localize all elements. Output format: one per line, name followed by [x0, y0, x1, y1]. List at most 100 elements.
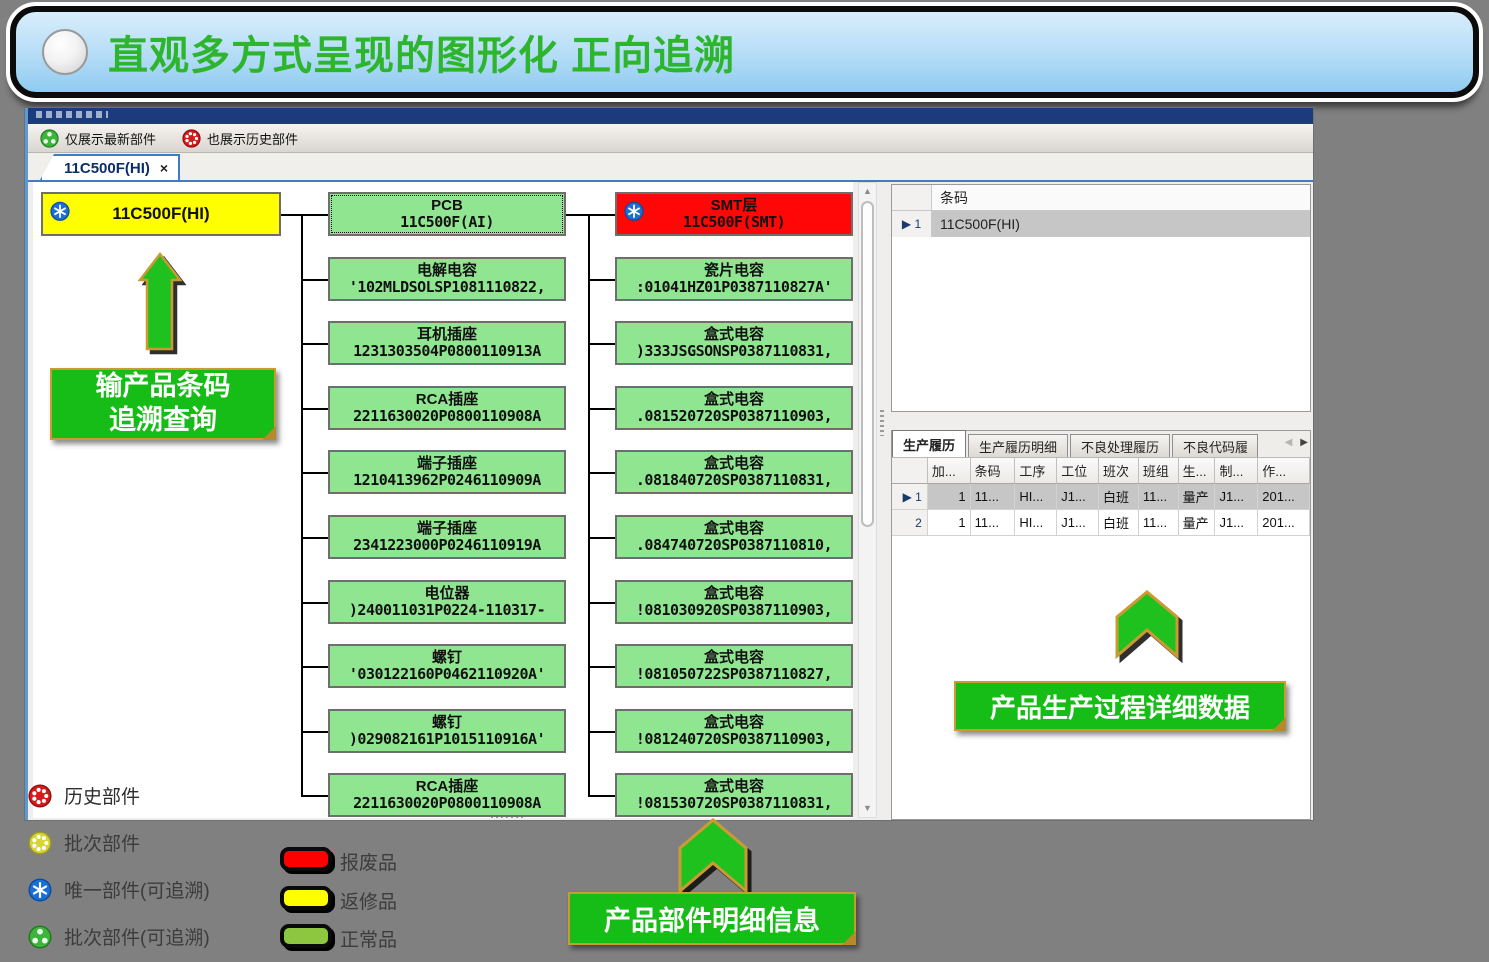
blue-snowflake-icon [28, 878, 52, 902]
grid-column-header[interactable]: 加... [928, 458, 971, 484]
toolbar-item-latest-only[interactable]: 仅展示最新部件 [40, 129, 156, 148]
history-tab-3[interactable]: 不良代码履 [1172, 434, 1258, 457]
grid-cell: 量产 [1179, 510, 1216, 536]
tree-node[interactable]: 瓷片电容:01041HZ01P0387110827A' [615, 257, 853, 301]
legend-item-0: 历史部件 [28, 782, 140, 809]
connector-line [588, 472, 615, 474]
node-title: 电解电容 [417, 262, 477, 279]
row-header-cell: ▶ 1 [892, 211, 932, 237]
tree-node[interactable]: 耳机插座1231303504P0800110913A [328, 321, 566, 365]
history-tab-2[interactable]: 不良处理履历 [1070, 434, 1170, 457]
tree-node[interactable]: 螺钉)029082161P1015110916A' [328, 709, 566, 753]
tree-node[interactable]: 盒式电容.084740720SP0387110810, [615, 515, 853, 559]
tab-scroll-next-icon[interactable]: ▶ [1300, 437, 1308, 448]
barcode-row[interactable]: ▶ 111C500F(HI) [892, 211, 1310, 237]
tree-node[interactable]: 盒式电容!081240720SP0387110903, [615, 709, 853, 753]
node-code: )029082161P1015110916A' [349, 731, 545, 748]
node-title: 耳机插座 [417, 326, 477, 343]
toolbar-item-show-history[interactable]: 也展示历史部件 [182, 129, 298, 148]
history-grid: 加...条码工序工位班次班组生...制...作...▶ 1111...HI...… [892, 458, 1310, 536]
tree-node[interactable]: 盒式电容)333JSGSONSP0387110831, [615, 321, 853, 365]
grid-column-header[interactable]: 工位 [1057, 458, 1099, 484]
node-title: 盒式电容 [704, 391, 764, 408]
tab-11c500f[interactable]: 11C500F(HI) × [40, 154, 180, 180]
scroll-up-icon[interactable]: ▲ [860, 184, 875, 199]
tree-node[interactable]: 盒式电容.081840720SP0387110831, [615, 450, 853, 494]
grid-column-header[interactable]: 班次 [1099, 458, 1139, 484]
tree-node[interactable]: 盒式电容!081530720SP0387110831, [615, 773, 853, 817]
node-code: !081530720SP0387110831, [636, 795, 832, 812]
tree-node[interactable]: PCB11C500F(AI) [328, 192, 566, 236]
annotation-text-line2: 追溯查询 [109, 404, 217, 438]
node-code: !081240720SP0387110903, [636, 731, 832, 748]
history-tab-0[interactable]: 生产履历 [892, 430, 966, 457]
node-code: 2211630020P0800110908A [353, 795, 541, 812]
node-code: .081840720SP0387110831, [636, 472, 832, 489]
tree-node[interactable]: 螺钉'030122160P0462110920A' [328, 644, 566, 688]
grid-cell: 201... [1258, 484, 1310, 510]
grid-cell: J1... [1057, 484, 1099, 510]
grid-column-header[interactable]: 工序 [1015, 458, 1057, 484]
app-window: 仅展示最新部件 也展示历史部件 11C500F(HI) × 11C500F(HI)… [25, 108, 1313, 820]
label-fold-corner [262, 426, 276, 440]
connector-line [301, 731, 328, 733]
tree-node[interactable]: RCA插座2211630020P0800110908A [328, 773, 566, 817]
tab-close-icon[interactable]: × [160, 160, 168, 176]
grid-cell: 白班 [1099, 510, 1139, 536]
node-code: .084740720SP0387110810, [636, 537, 832, 554]
status-swatch-0 [280, 847, 332, 871]
grid-column-header[interactable]: 条码 [971, 458, 1016, 484]
grid-cell: 11... [971, 510, 1016, 536]
legend-label: 历史部件 [64, 782, 140, 809]
legend-item-1: 批次部件 [28, 829, 140, 856]
grid-cell: J1... [1215, 510, 1258, 536]
tree-node[interactable]: 端子插座1210413962P0246110909A [328, 450, 566, 494]
tab-scroll-prev-icon[interactable]: ◀ [1285, 437, 1293, 448]
panel-splitter-handle[interactable] [880, 410, 884, 436]
history-tab-1[interactable]: 生产履历明细 [968, 434, 1068, 457]
node-title: RCA插座 [416, 778, 479, 795]
connector-line [588, 795, 615, 797]
node-title: 盒式电容 [704, 520, 764, 537]
status-swatch-label: 报废品 [340, 848, 397, 875]
status-swatch-label: 正常品 [340, 925, 397, 952]
tree-node[interactable]: 11C500F(HI) [41, 192, 281, 236]
tree-vertical-scrollbar[interactable]: ▲ ▼ [858, 182, 877, 818]
legend-label: 批次部件(可追溯) [64, 923, 210, 950]
node-code: 11C500F(SMT) [683, 214, 785, 231]
grid-column-header[interactable]: 生... [1179, 458, 1216, 484]
grid-header-row: 加...条码工序工位班次班组生...制...作... [892, 458, 1310, 484]
node-code: !081030920SP0387110903, [636, 602, 832, 619]
grid-column-header[interactable]: 制... [1215, 458, 1258, 484]
connector-line [588, 731, 615, 733]
scroll-down-icon[interactable]: ▼ [860, 801, 875, 816]
connector-line [588, 214, 615, 216]
blue-snowflake-icon [50, 201, 70, 221]
tree-node[interactable]: 盒式电容!081050722SP0387110827, [615, 644, 853, 688]
grid-column-header[interactable]: 作... [1258, 458, 1310, 484]
scrollbar-thumb[interactable] [861, 201, 874, 527]
grid-cell: J1... [1057, 510, 1099, 536]
grid-data-row[interactable]: ▶ 1111...HI...J1...白班11...量产J1...201... [892, 484, 1310, 510]
banner-title: 直观多方式呈现的图形化 正向追溯 [108, 23, 735, 81]
node-title: RCA插座 [416, 391, 479, 408]
tree-node[interactable]: 电位器)240011031P0224-110317- [328, 580, 566, 624]
barcode-table-header: 条码 [892, 185, 1310, 211]
label-fold-corner [842, 931, 856, 945]
node-code: 1210413962P0246110909A [353, 472, 541, 489]
tree-node[interactable]: RCA插座2211630020P0800110908A [328, 386, 566, 430]
connector-line [588, 666, 615, 668]
history-tabs: 生产履历生产履历明细不良处理履历不良代码履 ◀ ▶ [892, 431, 1310, 458]
tree-node[interactable]: SMT层11C500F(SMT) [615, 192, 853, 236]
node-code: '030122160P0462110920A' [349, 666, 545, 683]
tree-node[interactable]: 端子插座2341223000P0246110919A [328, 515, 566, 559]
connector-line [301, 472, 328, 474]
grid-column-header[interactable]: 班组 [1139, 458, 1179, 484]
tree-node[interactable]: 盒式电容!081030920SP0387110903, [615, 580, 853, 624]
node-code: 11C500F(AI) [400, 214, 494, 231]
grid-cell: 量产 [1179, 484, 1216, 510]
grid-data-row[interactable]: 2111...HI...J1...白班11...量产J1...201... [892, 510, 1310, 536]
grid-cell: 1 [928, 484, 971, 510]
tree-node[interactable]: 电解电容'102MLDSOLSP1081110822, [328, 257, 566, 301]
tree-node[interactable]: 盒式电容.081520720SP0387110903, [615, 386, 853, 430]
